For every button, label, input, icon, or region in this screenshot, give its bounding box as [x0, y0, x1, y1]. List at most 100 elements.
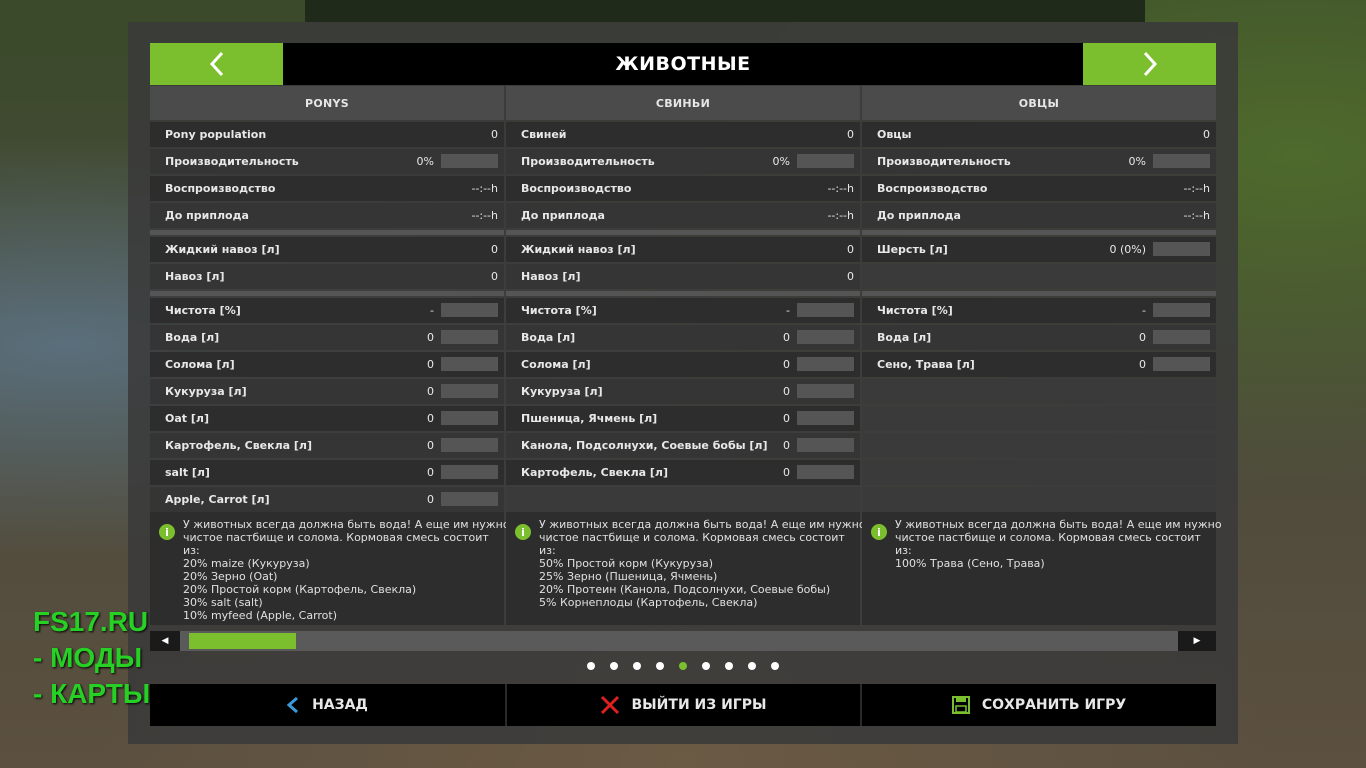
- stat-row: Вода [л] 0: [150, 325, 504, 350]
- scroll-left-button[interactable]: ◀: [150, 631, 180, 651]
- page-dot[interactable]: [702, 662, 710, 670]
- next-page-button[interactable]: [1083, 43, 1216, 85]
- info-line: из:: [895, 544, 912, 557]
- stat-value: 0: [427, 493, 434, 506]
- scroll-right-button[interactable]: ▶: [1178, 631, 1216, 651]
- info-line: из:: [183, 544, 200, 557]
- stat-row: Кукуруза [л] 0: [506, 379, 860, 404]
- stat-label: Овцы: [877, 128, 912, 141]
- page-dot[interactable]: [656, 662, 664, 670]
- fill-level-bar: [1153, 330, 1210, 344]
- title-bar: ЖИВОТНЫЕ: [150, 43, 1216, 85]
- section-divider: [862, 291, 1216, 296]
- fill-level-bar: [441, 438, 498, 452]
- stat-label: Картофель, Свекла [л]: [521, 466, 668, 479]
- stat-label: Воспроизводство: [521, 182, 632, 195]
- section-divider: [506, 291, 860, 296]
- stat-value: 0: [783, 466, 790, 479]
- stat-value: 0: [427, 385, 434, 398]
- fill-level-bar: [797, 438, 854, 452]
- stat-row: Навоз [л] 0: [150, 264, 504, 289]
- save-label: СОХРАНИТЬ ИГРУ: [981, 697, 1127, 713]
- info-line: У животных всегда должна быть вода! А ещ…: [539, 518, 866, 531]
- stat-label: Солома [л]: [521, 358, 591, 371]
- stat-row: Солома [л] 0: [150, 352, 504, 377]
- page-dot[interactable]: [748, 662, 756, 670]
- page-dot[interactable]: [679, 662, 687, 670]
- info-line: чистое пастбище и солома. Кормовая смесь…: [183, 531, 489, 544]
- empty-row: [862, 406, 1216, 431]
- stat-row: Воспроизводство --:--h: [862, 176, 1216, 201]
- stat-row: Жидкий навоз [л] 0: [150, 237, 504, 262]
- animal-column: СВИНЬИ Свиней 0 Производительность 0% Воспрои…: [506, 86, 860, 512]
- section-divider: [862, 230, 1216, 235]
- stat-label: Навоз [л]: [165, 270, 225, 283]
- info-line: 100% Трава (Сено, Трава): [895, 557, 1045, 570]
- stat-value: 0: [783, 331, 790, 344]
- stat-label: Pony population: [165, 128, 267, 141]
- fill-level-bar: [797, 303, 854, 317]
- stat-value: 0: [783, 385, 790, 398]
- watermark-line: - МОДЫ: [33, 642, 143, 673]
- column-title: ОВЦЫ: [862, 86, 1216, 120]
- fill-level-bar: [1153, 242, 1210, 256]
- stat-row: До приплода --:--h: [150, 203, 504, 228]
- stat-label: Oat [л]: [165, 412, 209, 425]
- close-icon: [600, 695, 619, 715]
- feed-info-box: i У животных всегда должна быть вода! А е…: [862, 512, 1222, 625]
- stat-value: 0: [427, 412, 434, 425]
- page-dot[interactable]: [771, 662, 779, 670]
- stat-row: Производительность 0%: [506, 149, 860, 174]
- info-line: 20% Простой корм (Картофель, Свекла): [183, 583, 417, 596]
- stat-label: salt [л]: [165, 466, 210, 479]
- stat-row: Навоз [л] 0: [506, 264, 860, 289]
- fill-level-bar: [441, 492, 498, 506]
- feed-info-text: У животных всегда должна быть вода! А ещ…: [539, 518, 866, 609]
- empty-row: [862, 460, 1216, 485]
- feed-info-box: i У животных всегда должна быть вода! А е…: [506, 512, 866, 625]
- scrollbar-thumb[interactable]: [189, 633, 296, 649]
- stat-value: 0 (0%): [1109, 243, 1146, 256]
- stat-label: Вода [л]: [877, 331, 932, 344]
- fill-level-bar: [1153, 303, 1210, 317]
- page-dot[interactable]: [633, 662, 641, 670]
- info-line: 25% Зерно (Пшеница, Ячмень): [539, 570, 718, 583]
- quit-game-button[interactable]: ВЫЙТИ ИЗ ИГРЫ: [506, 684, 860, 726]
- info-line: 20% Зерно (Oat): [183, 570, 278, 583]
- page-dot[interactable]: [725, 662, 733, 670]
- stat-value: 0: [427, 358, 434, 371]
- stat-label: До приплода: [521, 209, 605, 222]
- stat-row: Картофель, Свекла [л] 0: [506, 460, 860, 485]
- info-line: 5% Корнеплоды (Картофель, Свекла): [539, 596, 758, 609]
- horizontal-scrollbar[interactable]: ◀ ▶: [150, 631, 1216, 651]
- stat-label: До приплода: [165, 209, 249, 222]
- stat-label: Воспроизводство: [877, 182, 988, 195]
- stat-row: Пшеница, Ячмень [л] 0: [506, 406, 860, 431]
- save-game-button[interactable]: СОХРАНИТЬ ИГРУ: [862, 684, 1216, 726]
- page-dot[interactable]: [587, 662, 595, 670]
- feed-info-text: У животных всегда должна быть вода! А ещ…: [895, 518, 1222, 570]
- stat-row: Свиней 0: [506, 122, 860, 147]
- prev-page-button[interactable]: [150, 43, 283, 85]
- stat-row: salt [л] 0: [150, 460, 504, 485]
- stat-row: Вода [л] 0: [506, 325, 860, 350]
- stat-value: --:--h: [1183, 209, 1210, 222]
- floppy-disk-icon: [951, 696, 970, 714]
- info-icon: i: [871, 524, 887, 540]
- stat-row: Производительность 0%: [150, 149, 504, 174]
- stat-label: Жидкий навоз [л]: [521, 243, 636, 256]
- info-line: из:: [539, 544, 556, 557]
- section-divider: [506, 230, 860, 235]
- back-button[interactable]: НАЗАД: [150, 684, 504, 726]
- stat-value: -: [786, 304, 790, 317]
- stat-value: 0%: [1128, 155, 1146, 168]
- stat-value: --:--h: [471, 182, 498, 195]
- page-dot[interactable]: [610, 662, 618, 670]
- stat-value: 0: [1139, 331, 1146, 344]
- stat-value: --:--h: [827, 182, 854, 195]
- stat-row: Канола, Подсолнухи, Соевые бобы [л] 0: [506, 433, 860, 458]
- stat-row: Вода [л] 0: [862, 325, 1216, 350]
- fill-level-bar: [797, 154, 854, 168]
- feed-info-text: У животных всегда должна быть вода! А ещ…: [183, 518, 510, 622]
- stat-label: Кукуруза [л]: [521, 385, 603, 398]
